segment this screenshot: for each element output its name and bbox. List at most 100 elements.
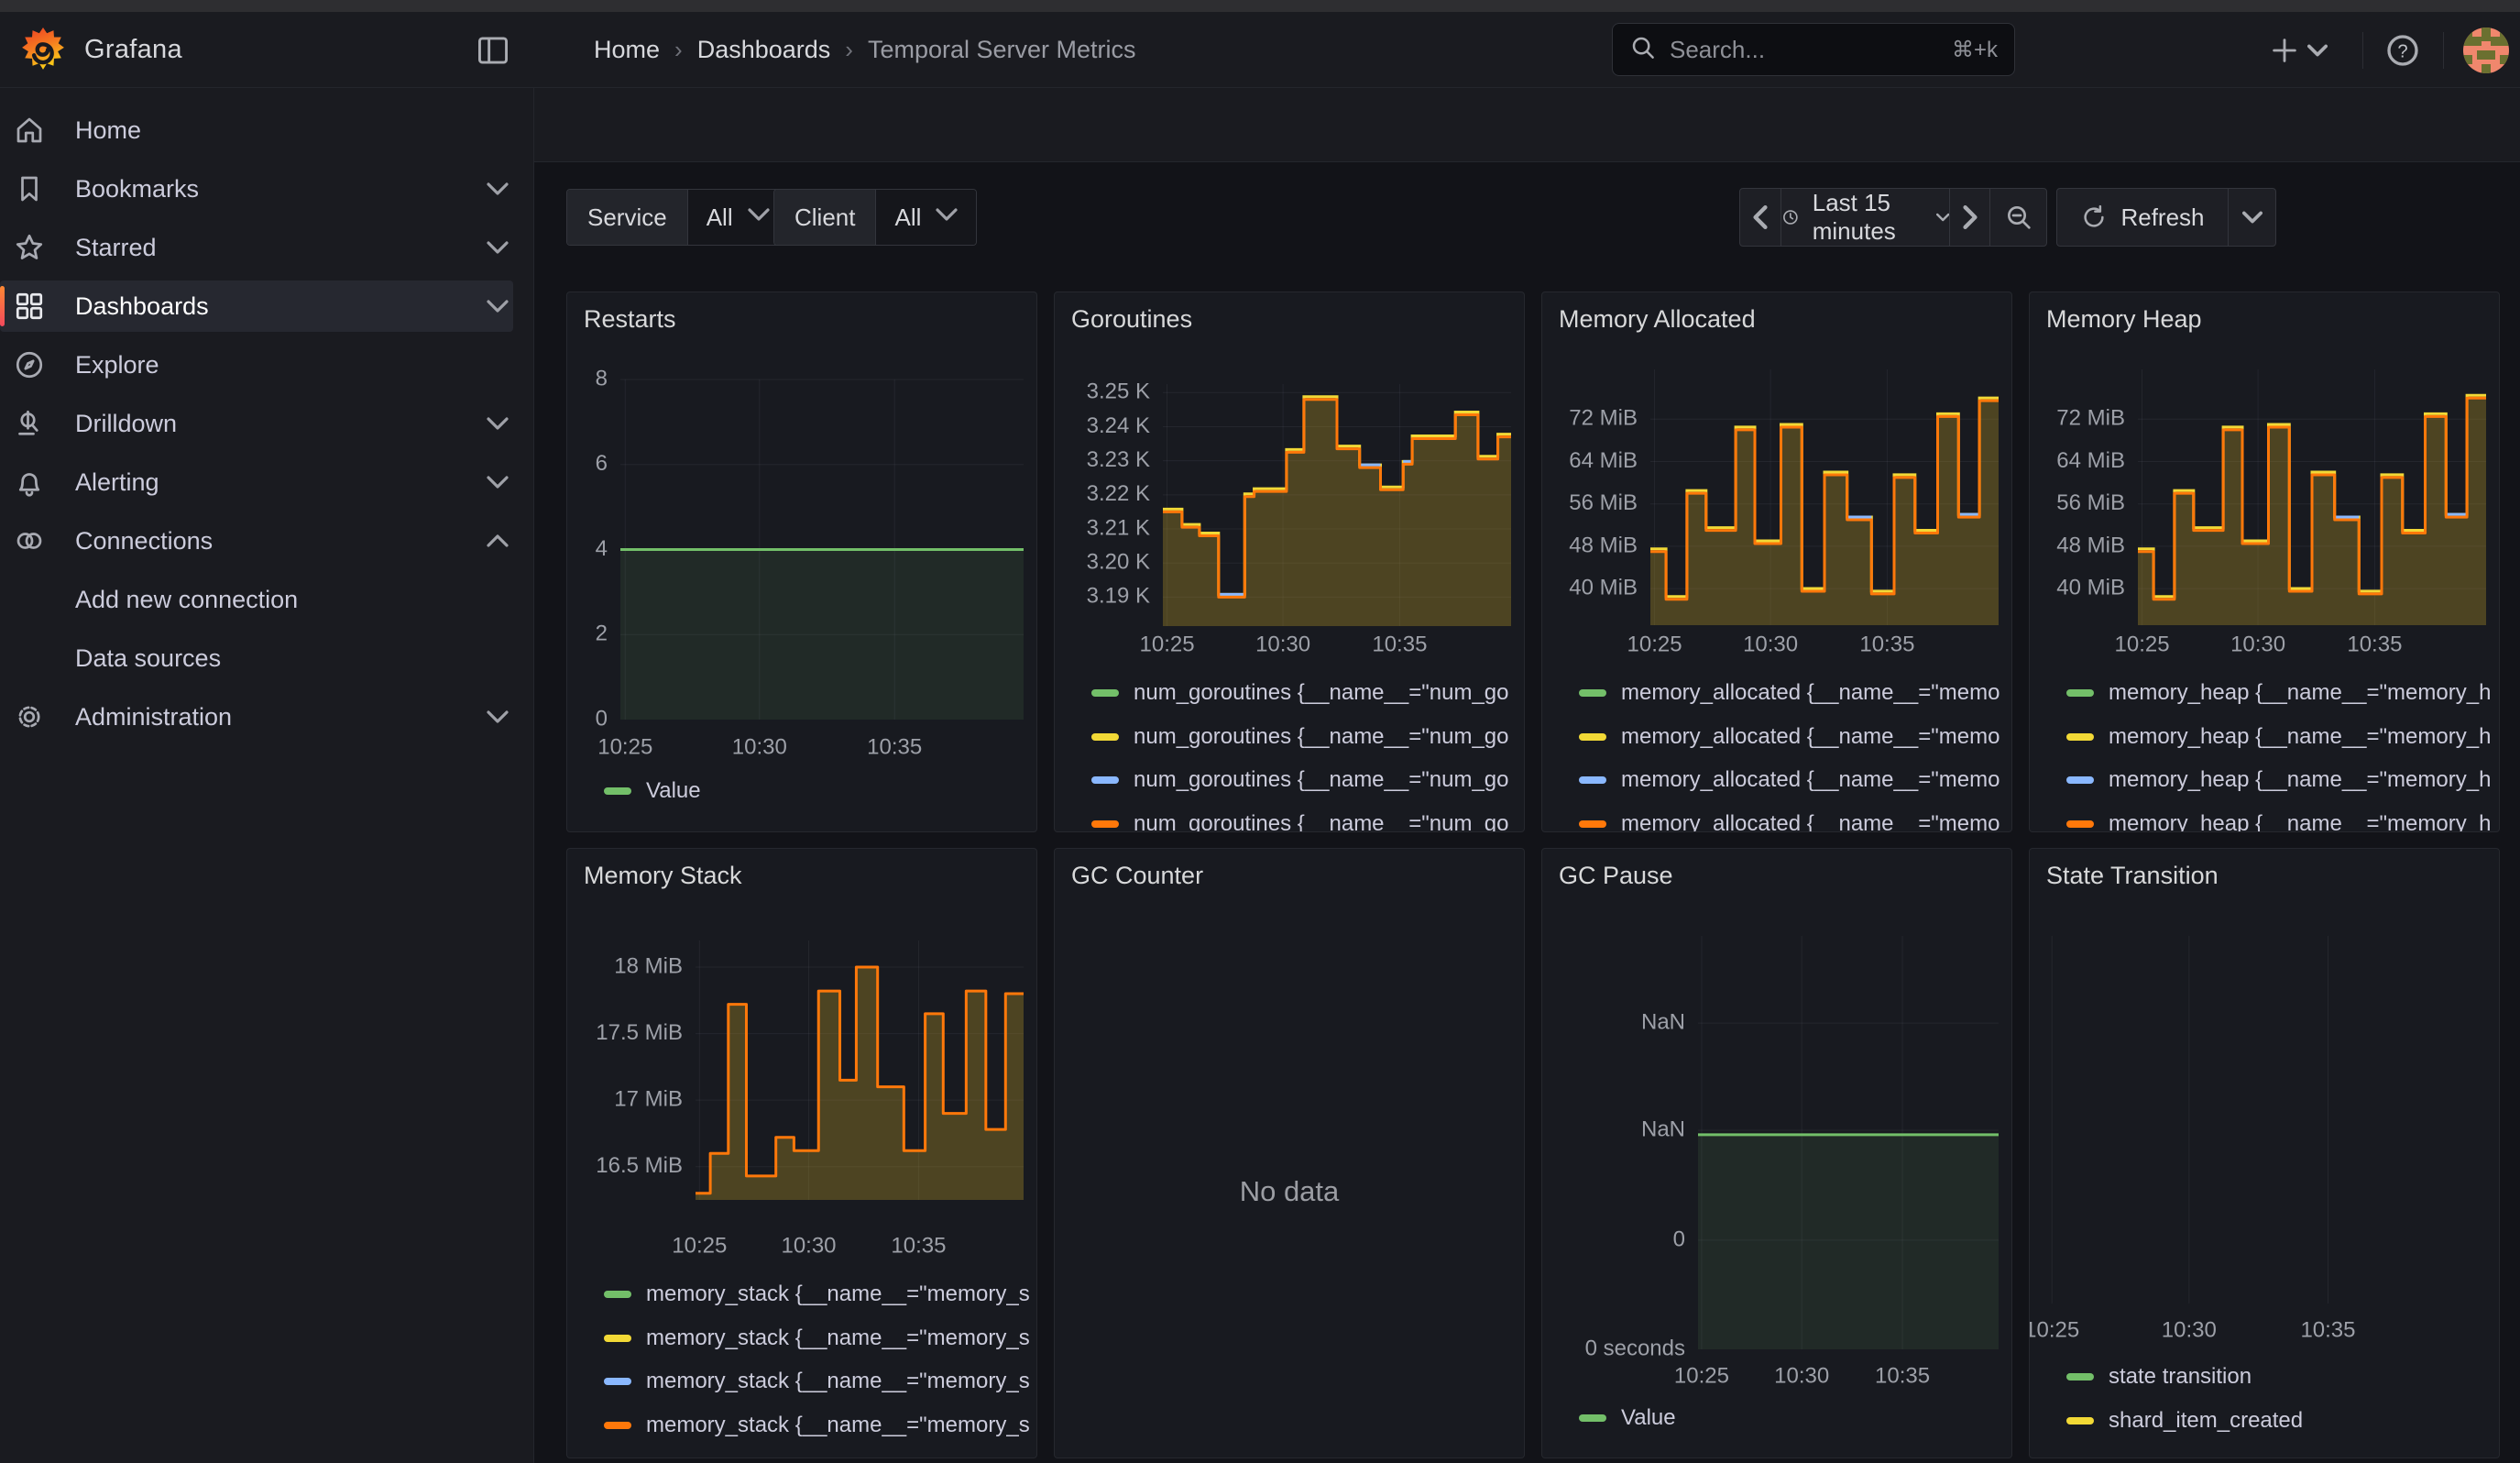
legend-series-marker	[604, 1422, 631, 1429]
sidebar-collapse-icon[interactable]	[473, 32, 513, 69]
svg-text:48 MiB: 48 MiB	[1569, 533, 1638, 557]
variable-label: Client	[774, 190, 875, 245]
refresh-interval-button[interactable]	[2228, 189, 2275, 246]
svg-text:10:25: 10:25	[2030, 1317, 2079, 1342]
help-icon[interactable]: ?	[2384, 28, 2421, 72]
sidebar-item-bookmarks[interactable]: Bookmarks	[0, 163, 533, 214]
legend-item[interactable]: state transition	[2066, 1362, 2252, 1392]
refresh-label: Refresh	[2120, 204, 2204, 232]
chevron-down-icon[interactable]	[484, 468, 511, 496]
sidebar-item-drilldown[interactable]: Drilldown	[0, 398, 533, 449]
chevron-down-icon[interactable]	[484, 292, 511, 320]
no-data-message: No data	[1055, 1175, 1524, 1208]
sidebar-item-label: Bookmarks	[75, 175, 199, 204]
legend-series-marker	[1091, 733, 1119, 741]
svg-text:2: 2	[596, 622, 608, 646]
svg-text:0 seconds: 0 seconds	[1585, 1336, 1685, 1360]
breadcrumb-item[interactable]: Home	[594, 36, 660, 64]
sidebar-item-administration[interactable]: Administration	[0, 691, 533, 742]
panel-title[interactable]: GC Counter	[1071, 862, 1203, 890]
legend-item[interactable]: memory_heap {__name__="memory_h	[2066, 678, 2491, 708]
svg-text:10:30: 10:30	[781, 1233, 836, 1258]
search-placeholder: Search...	[1670, 36, 1939, 64]
legend-series-label: Value	[1621, 1405, 1676, 1431]
svg-text:10:35: 10:35	[867, 734, 922, 759]
legend-series-marker	[2066, 820, 2094, 828]
legend-item[interactable]: memory_stack {__name__="memory_s	[604, 1324, 1030, 1353]
refresh-button[interactable]: Refresh	[2057, 189, 2228, 246]
svg-text:NaN: NaN	[1641, 1116, 1685, 1141]
panel-memory_heap: Memory Heap40 MiB48 MiB56 MiB64 MiB72 Mi…	[2029, 292, 2500, 832]
star-icon	[13, 231, 46, 264]
legend-item[interactable]: memory_allocated {__name__="memo	[1579, 722, 2000, 752]
window-top-strip	[0, 0, 2520, 12]
legend-item[interactable]: memory_stack {__name__="memory_s	[604, 1411, 1030, 1440]
time-range-picker[interactable]: Last 15 minutes	[1780, 189, 1949, 246]
legend-series-marker	[2066, 1417, 2094, 1424]
svg-text:16.5 MiB: 16.5 MiB	[596, 1153, 683, 1178]
chevron-down-icon[interactable]	[484, 234, 511, 261]
chevron-down-icon[interactable]	[484, 703, 511, 731]
svg-text:10:35: 10:35	[1859, 632, 1914, 656]
legend-series-label: num_goroutines {__name__="num_go	[1134, 724, 1509, 750]
legend-series-marker	[2066, 1373, 2094, 1380]
legend-item[interactable]: shard_item_created	[2066, 1406, 2303, 1436]
svg-text:10:35: 10:35	[1875, 1363, 1930, 1388]
legend-item[interactable]: memory_stack {__name__="memory_s	[604, 1280, 1030, 1309]
zoom-out-icon	[2004, 203, 2033, 232]
user-avatar[interactable]	[2463, 28, 2509, 73]
chevron-down-icon[interactable]	[484, 175, 511, 203]
app-header: Grafana Home›Dashboards›Temporal Server …	[0, 12, 2520, 88]
legend-item[interactable]: memory_allocated {__name__="memo	[1579, 765, 2000, 795]
variable-label: Service	[567, 190, 687, 245]
sidebar-item-explore[interactable]: Explore	[0, 339, 533, 390]
sidebar-item-label: Dashboards	[75, 292, 209, 321]
legend-item[interactable]: memory_allocated {__name__="memo	[1579, 678, 2000, 708]
svg-text:10:25: 10:25	[597, 734, 652, 759]
breadcrumb-item: Temporal Server Metrics	[868, 36, 1136, 64]
legend-series-label: memory_allocated {__name__="memo	[1621, 680, 2000, 706]
sidebar-item-dashboards[interactable]: Dashboards	[0, 280, 513, 332]
legend-item[interactable]: Value	[604, 776, 701, 806]
legend-item[interactable]: Value	[1579, 1403, 1676, 1433]
time-shift-forward-button[interactable]	[1949, 189, 1989, 246]
legend-item[interactable]: num_goroutines {__name__="num_go	[1091, 678, 1509, 708]
time-shift-back-button[interactable]	[1740, 189, 1780, 246]
legend-item[interactable]: memory_allocated {__name__="memo	[1579, 809, 2000, 833]
svg-text:17.5 MiB: 17.5 MiB	[596, 1020, 683, 1045]
legend-item[interactable]: memory_stack {__name__="memory_s	[604, 1367, 1030, 1396]
sidebar-item-label: Explore	[75, 351, 159, 380]
legend-item[interactable]: num_goroutines {__name__="num_go	[1091, 765, 1509, 795]
svg-text:17 MiB: 17 MiB	[614, 1086, 683, 1111]
legend-series-label: memory_stack {__name__="memory_s	[646, 1326, 1030, 1351]
breadcrumb-item[interactable]: Dashboards	[697, 36, 831, 64]
grid-icon	[13, 290, 46, 323]
chevron-up-icon[interactable]	[484, 527, 511, 555]
legend-series-label: num_goroutines {__name__="num_go	[1134, 767, 1509, 793]
sidebar-item-data-sources[interactable]: Data sources	[0, 632, 533, 684]
svg-text:10:25: 10:25	[1627, 632, 1682, 656]
svg-text:6: 6	[596, 451, 608, 476]
panel-state_transition: State Transition10:2510:3010:35state tra…	[2029, 848, 2500, 1458]
sidebar-item-alerting[interactable]: Alerting	[0, 456, 533, 508]
legend-item[interactable]: num_goroutines {__name__="num_go	[1091, 809, 1509, 833]
legend-item[interactable]: memory_heap {__name__="memory_h	[2066, 809, 2491, 833]
svg-text:10:35: 10:35	[891, 1233, 946, 1258]
sidebar-item-connections[interactable]: Connections	[0, 515, 533, 566]
chevron-down-icon	[936, 204, 958, 232]
add-button[interactable]	[2269, 28, 2328, 72]
legend-item[interactable]: num_goroutines {__name__="num_go	[1091, 722, 1509, 752]
legend-item[interactable]: memory_heap {__name__="memory_h	[2066, 765, 2491, 795]
sidebar-item-home[interactable]: Home	[0, 104, 533, 156]
svg-text:10:35: 10:35	[1372, 632, 1427, 656]
chevron-down-icon[interactable]	[484, 410, 511, 437]
sidebar-item-add-new-connection[interactable]: Add new connection	[0, 574, 533, 625]
sidebar-item-starred[interactable]: Starred	[0, 222, 533, 273]
svg-text:3.25 K: 3.25 K	[1087, 380, 1150, 404]
search-input[interactable]: Search... ⌘+k	[1612, 23, 2015, 76]
legend-item[interactable]: memory_heap {__name__="memory_h	[2066, 722, 2491, 752]
variable-value-dropdown[interactable]: All	[875, 190, 976, 245]
zoom-out-button[interactable]	[1989, 189, 2046, 246]
legend-series-label: shard_item_created	[2109, 1408, 2303, 1434]
legend-series-marker	[1579, 689, 1606, 697]
